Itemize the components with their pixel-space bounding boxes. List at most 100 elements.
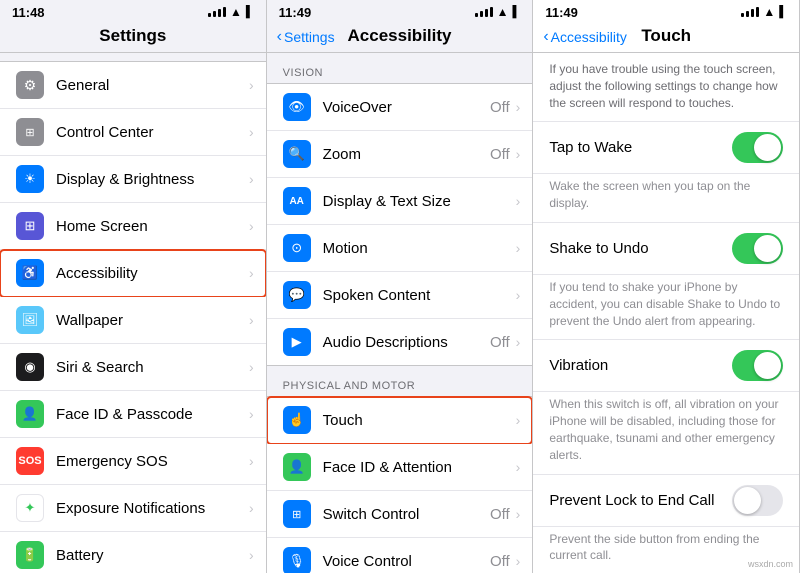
settings-item-control-center[interactable]: ⊞ Control Center ›: [0, 109, 266, 156]
wallpaper-icon: 🖼: [16, 306, 44, 334]
acc-item-spoken[interactable]: 💬 Spoken Content ›: [267, 272, 533, 319]
acc-item-motion[interactable]: ⊙ Motion ›: [267, 225, 533, 272]
wifi-icon-2: ▲: [497, 5, 509, 19]
time-1: 11:48: [12, 5, 45, 20]
settings-item-home-screen[interactable]: ⊞ Home Screen ›: [0, 203, 266, 250]
faceid-label: Face ID & Passcode: [56, 406, 249, 423]
time-2: 11:49: [279, 5, 312, 20]
zoom-icon: 🔍: [283, 140, 311, 168]
chevron-icon: ›: [249, 124, 254, 140]
settings-item-siri[interactable]: ◉ Siri & Search ›: [0, 344, 266, 391]
shake-to-undo-toggle[interactable]: [732, 233, 783, 264]
settings-item-exposure[interactable]: ✦ Exposure Notifications ›: [0, 485, 266, 532]
accessibility-list: VISION 👁 VoiceOver Off › 🔍 Zoom Off › AA…: [267, 53, 533, 573]
display-text-label: Display & Text Size: [323, 193, 516, 210]
settings-item-display[interactable]: ☀ Display & Brightness ›: [0, 156, 266, 203]
siri-label: Siri & Search: [56, 359, 249, 376]
shake-to-undo-section: Shake to Undo If you tend to shake your …: [533, 223, 799, 340]
chevron-icon: ›: [249, 171, 254, 187]
acc-item-voiceover[interactable]: 👁 VoiceOver Off ›: [267, 84, 533, 131]
prevent-lock-toggle[interactable]: [732, 485, 783, 516]
chevron-icon: ›: [249, 77, 254, 93]
vibration-desc: When this switch is off, all vibration o…: [533, 392, 799, 473]
nav-header-1: Settings: [0, 22, 266, 53]
panel-accessibility: 11:49 ▲ ▌ ‹ Settings Accessibility VISIO…: [267, 0, 534, 573]
acc-item-voice-control[interactable]: 🎙 Voice Control Off ›: [267, 538, 533, 573]
time-3: 11:49: [545, 5, 578, 20]
chevron-icon: ›: [249, 312, 254, 328]
motion-icon: ⊙: [283, 234, 311, 262]
vision-group: 👁 VoiceOver Off › 🔍 Zoom Off › AA Displa…: [267, 83, 533, 366]
home-screen-icon: ⊞: [16, 212, 44, 240]
battery-icon-3: ▌: [779, 6, 787, 18]
touch-intro: If you have trouble using the touch scre…: [549, 61, 783, 111]
chevron-icon: ›: [516, 506, 521, 522]
status-icons-1: ▲ ▌: [208, 5, 254, 19]
chevron-icon: ›: [516, 240, 521, 256]
tap-to-wake-section: Tap to Wake Wake the screen when you tap…: [533, 122, 799, 223]
vision-header: VISION: [267, 53, 533, 83]
general-icon: ⚙: [16, 71, 44, 99]
settings-item-general[interactable]: ⚙ General ›: [0, 62, 266, 109]
settings-item-battery[interactable]: 🔋 Battery ›: [0, 532, 266, 573]
back-button-3[interactable]: ‹ Accessibility: [543, 28, 627, 46]
panel-touch: 11:49 ▲ ▌ ‹ Accessibility Touch If you h…: [533, 0, 800, 573]
acc-item-faceid-attention[interactable]: 👤 Face ID & Attention ›: [267, 444, 533, 491]
switch-control-value: Off: [490, 506, 510, 523]
control-center-label: Control Center: [56, 124, 249, 141]
faceid-icon: 👤: [16, 400, 44, 428]
settings-item-emergency[interactable]: SOS Emergency SOS ›: [0, 438, 266, 485]
chevron-icon: ›: [516, 334, 521, 350]
signal-icon-2: [475, 7, 493, 17]
shake-to-undo-label: Shake to Undo: [549, 240, 732, 257]
panel-settings: 11:48 ▲ ▌ Settings ⚙ General › ⊞ Control…: [0, 0, 267, 573]
chevron-icon: ›: [249, 453, 254, 469]
tap-to-wake-item: Tap to Wake: [533, 122, 799, 174]
chevron-icon: ›: [516, 146, 521, 162]
voice-control-label: Voice Control: [323, 553, 490, 570]
nav-header-3: ‹ Accessibility Touch: [533, 22, 799, 53]
watermark: wsxdn.com: [748, 559, 793, 569]
voiceover-label: VoiceOver: [323, 99, 490, 116]
chevron-icon: ›: [249, 547, 254, 563]
control-center-icon: ⊞: [16, 118, 44, 146]
zoom-value: Off: [490, 146, 510, 163]
settings-item-accessibility[interactable]: ♿ Accessibility ›: [0, 250, 266, 297]
chevron-icon: ›: [249, 218, 254, 234]
settings-item-wallpaper[interactable]: 🖼 Wallpaper ›: [0, 297, 266, 344]
vibration-label: Vibration: [549, 357, 732, 374]
exposure-label: Exposure Notifications: [56, 500, 249, 517]
back-button-2[interactable]: ‹ Settings: [277, 28, 335, 46]
switch-control-label: Switch Control: [323, 506, 490, 523]
spoken-icon: 💬: [283, 281, 311, 309]
acc-item-audio-desc[interactable]: ▶ Audio Descriptions Off ›: [267, 319, 533, 365]
acc-item-switch-control[interactable]: ⊞ Switch Control Off ›: [267, 491, 533, 538]
settings-title: Settings: [14, 26, 252, 46]
audio-desc-value: Off: [490, 334, 510, 351]
shake-to-undo-item: Shake to Undo: [533, 223, 799, 275]
faceid-attention-icon: 👤: [283, 453, 311, 481]
chevron-icon: ›: [516, 412, 521, 428]
vibration-toggle[interactable]: [732, 350, 783, 381]
zoom-label: Zoom: [323, 146, 490, 163]
accessibility-icon: ♿: [16, 259, 44, 287]
status-bar-2: 11:49 ▲ ▌: [267, 0, 533, 22]
wifi-icon: ▲: [230, 5, 242, 19]
tap-to-wake-toggle[interactable]: [732, 132, 783, 163]
settings-item-faceid[interactable]: 👤 Face ID & Passcode ›: [0, 391, 266, 438]
nav-header-2: ‹ Settings Accessibility: [267, 22, 533, 53]
acc-item-zoom[interactable]: 🔍 Zoom Off ›: [267, 131, 533, 178]
chevron-icon: ›: [249, 265, 254, 281]
siri-icon: ◉: [16, 353, 44, 381]
chevron-icon: ›: [249, 406, 254, 422]
accessibility-label: Accessibility: [56, 265, 249, 282]
status-bar-1: 11:48 ▲ ▌: [0, 0, 266, 22]
battery-icon-2: ▌: [513, 6, 521, 18]
acc-item-display-text[interactable]: AA Display & Text Size ›: [267, 178, 533, 225]
vibration-item: Vibration: [533, 340, 799, 392]
emergency-icon: SOS: [16, 447, 44, 475]
touch-list: If you have trouble using the touch scre…: [533, 53, 799, 573]
acc-item-touch[interactable]: ☝ Touch ›: [267, 397, 533, 444]
signal-icon: [208, 7, 226, 17]
voiceover-value: Off: [490, 99, 510, 116]
